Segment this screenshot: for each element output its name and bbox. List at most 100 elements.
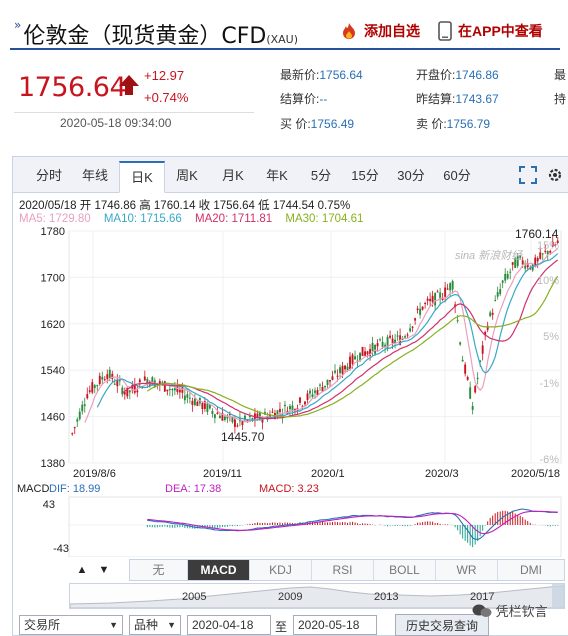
candle-body (206, 403, 209, 413)
candle-body (491, 312, 494, 315)
view-in-app-button[interactable]: 在APP中查看 (438, 21, 543, 41)
candle-body (271, 411, 274, 413)
field-label: 结算价: (280, 92, 320, 106)
candle-body (78, 411, 81, 420)
product-select[interactable]: 品种 ▼ (129, 615, 181, 635)
candle-body (371, 343, 374, 352)
field-value: 1743.67 (455, 92, 499, 106)
candle-body (309, 390, 311, 394)
candle-body (366, 351, 369, 355)
end-date-input[interactable]: 2020-05-18 (293, 615, 377, 635)
candle-body (344, 365, 346, 370)
candle-body (414, 318, 417, 321)
candle-body (314, 390, 316, 393)
wechat-icon (472, 604, 492, 617)
candle-body (386, 336, 389, 350)
candle-body (481, 345, 484, 354)
candle-body (451, 281, 454, 290)
indicator-macd[interactable]: MACD (188, 560, 250, 580)
candle-body (539, 252, 542, 259)
candle-body (173, 388, 176, 391)
candle-body (128, 390, 131, 393)
exchange-select[interactable]: 交易所 ▼ (19, 615, 123, 635)
candle-body (426, 298, 429, 301)
candle-body (326, 379, 329, 385)
candlestick-chart[interactable]: 1780 1700 1620 1540 1460 1380 15% 10% 5% -1% -6% 20… (13, 157, 568, 557)
candle-body (416, 308, 419, 311)
date-range-separator: 至 (275, 620, 288, 634)
field-label: 最 (554, 68, 567, 82)
candle-body (258, 412, 261, 420)
scroll-down-button[interactable]: ▼ (93, 559, 115, 581)
candle-body (299, 397, 301, 403)
candle-body (329, 380, 331, 382)
candle-body (116, 379, 119, 387)
start-date-input[interactable]: 2020-04-18 (187, 615, 271, 635)
candle-body (461, 359, 464, 362)
candle-body (213, 414, 216, 419)
field-label: 开盘价: (416, 68, 456, 82)
indicator-none[interactable]: 无 (130, 560, 188, 580)
overview-year-2: 2009 (278, 591, 303, 603)
candle-body (98, 375, 101, 385)
candle-body (81, 404, 84, 412)
candle-body (88, 390, 91, 392)
ma-line-3 (146, 275, 559, 418)
indicator-boll[interactable]: BOLL (374, 560, 436, 580)
arrow-up-icon (119, 75, 139, 95)
title-symbol: (XAU) (266, 33, 299, 46)
candle-body (506, 273, 509, 279)
indicator-kdj[interactable]: KDJ (250, 560, 312, 580)
scroll-up-button[interactable]: ▲ (71, 559, 93, 581)
candle-body (166, 389, 169, 392)
candle-body (138, 379, 141, 383)
candle-body (406, 334, 409, 336)
candle-body (499, 289, 502, 295)
candle-body (471, 406, 474, 410)
candle-body (501, 280, 504, 283)
field-label: 买 价: (280, 117, 311, 131)
candle-body (284, 404, 286, 407)
brand-watermark-text: 凭栏钦言 (495, 604, 548, 619)
title-mark: » (14, 18, 22, 32)
candle-body (143, 376, 146, 381)
x-tick-label: 2020/1 (311, 468, 345, 480)
page-root: »伦敦金（现货黄金）CFD(XAU) 添加自选 在APP中查看 1756.64 … (0, 0, 568, 636)
macd-tick-bottom: -43 (53, 543, 69, 555)
candle-body (494, 300, 497, 302)
macd-dea: DEA: 17.38 (165, 483, 221, 495)
indicator-rsi[interactable]: RSI (312, 560, 374, 580)
candle-body (306, 393, 309, 400)
candle-body (289, 405, 291, 410)
candle-body (466, 377, 469, 380)
field-label: 最新价: (280, 68, 320, 82)
y-tick-label: 1700 (41, 272, 65, 284)
candle-body (474, 386, 477, 393)
candle-body (181, 387, 184, 393)
candle-body (331, 376, 334, 380)
candle-body (424, 302, 427, 304)
candle-body (511, 262, 514, 265)
candle-body (489, 312, 492, 317)
indicator-dmi[interactable]: DMI (498, 560, 564, 580)
add-watchlist-button[interactable]: 添加自选 (340, 21, 420, 41)
chart-panel: 分时 年线 日K 周K 月K 年K 5分 15分 30分 60分 2020/05… (12, 156, 568, 636)
field-value: -- (319, 92, 328, 106)
view-in-app-label: 在APP中查看 (458, 23, 543, 39)
candle-body (339, 367, 341, 374)
field-prev-settle: 昨结算:1743.67 (416, 90, 499, 107)
candle-body (71, 433, 74, 435)
chevron-down-icon: ▼ (109, 620, 118, 630)
indicator-wr[interactable]: WR (436, 560, 498, 580)
candle-body (504, 273, 507, 281)
brand-watermark: 凭栏钦言 (472, 601, 548, 620)
price-change-percent: +0.74% (144, 90, 189, 105)
field-open: 开盘价:1746.86 (416, 66, 499, 83)
candle-body (421, 306, 424, 310)
candle-body (168, 388, 171, 390)
candle-body (118, 380, 121, 382)
candle-body (83, 404, 86, 406)
percent-tick-label: -1% (539, 378, 559, 390)
field-latest: 最新价:1756.64 (280, 66, 363, 83)
candle-body (233, 419, 236, 427)
